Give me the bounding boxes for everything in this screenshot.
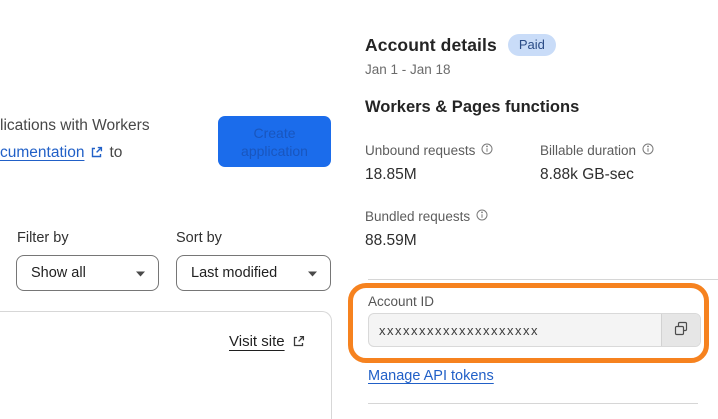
external-link-icon xyxy=(90,146,103,159)
copy-icon xyxy=(674,321,689,339)
stat-billable-duration: Billable duration 8.88k GB-sec xyxy=(540,143,654,184)
info-icon[interactable] xyxy=(642,143,654,158)
intro-suffix: to xyxy=(109,144,123,161)
filter-dropdown[interactable]: Show all xyxy=(16,255,159,291)
project-card xyxy=(0,311,332,419)
chevron-down-icon xyxy=(136,265,145,281)
page-title: Account details xyxy=(365,34,497,55)
manage-api-tokens-link[interactable]: Manage API tokens xyxy=(368,368,494,384)
sort-dropdown-value: Last modified xyxy=(191,265,278,281)
documentation-link[interactable]: cumentation xyxy=(0,139,84,166)
filter-dropdown-value: Show all xyxy=(31,265,86,281)
plan-badge: Paid xyxy=(507,34,556,56)
account-id-field-group xyxy=(368,313,701,347)
chevron-down-icon xyxy=(308,265,317,281)
account-details-header: Account details Paid xyxy=(365,34,556,56)
visit-site-row: Visit site xyxy=(229,333,305,350)
info-icon[interactable] xyxy=(481,143,493,158)
intro-line1: lications with Workers xyxy=(0,117,150,134)
copy-button[interactable] xyxy=(661,314,700,346)
sort-by-label: Sort by xyxy=(176,230,222,246)
external-link-icon xyxy=(292,335,305,348)
info-icon[interactable] xyxy=(476,209,488,224)
account-id-input[interactable] xyxy=(369,314,661,346)
intro-text: lications with Workers cumentation to xyxy=(0,112,150,166)
stat-value: 8.88k GB-sec xyxy=(540,166,634,183)
divider xyxy=(368,279,718,280)
account-id-label: Account ID xyxy=(368,294,435,309)
workers-pages-dashboard: lications with Workers cumentation to Cr… xyxy=(0,0,718,419)
manage-api-tokens-row: Manage API tokens xyxy=(368,368,494,384)
stat-bundled-requests: Bundled requests 88.59M xyxy=(365,209,488,250)
visit-site-link[interactable]: Visit site xyxy=(229,333,285,350)
stat-label: Billable duration xyxy=(540,143,637,158)
sort-dropdown[interactable]: Last modified xyxy=(176,255,331,291)
divider xyxy=(368,403,698,404)
stat-unbound-requests: Unbound requests 18.85M xyxy=(365,143,493,184)
stat-label: Unbound requests xyxy=(365,143,476,158)
stat-label: Bundled requests xyxy=(365,209,471,224)
stat-value: 88.59M xyxy=(365,232,417,249)
filter-by-label: Filter by xyxy=(17,230,69,246)
date-range: Jan 1 - Jan 18 xyxy=(365,62,451,77)
create-application-button[interactable]: Create application xyxy=(218,116,331,167)
stat-value: 18.85M xyxy=(365,166,417,183)
section-title: Workers & Pages functions xyxy=(365,98,580,116)
